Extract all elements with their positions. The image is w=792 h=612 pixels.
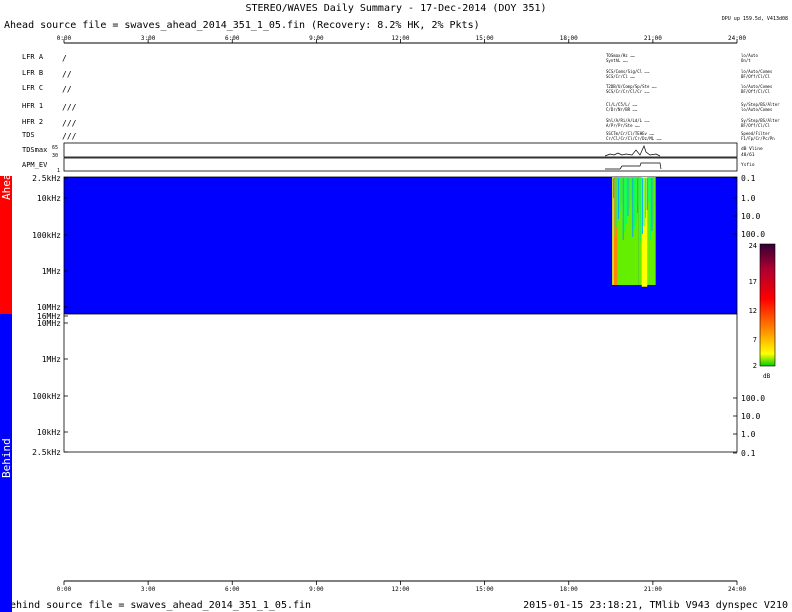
colorbar-unit: dB	[763, 373, 771, 380]
row-right-note: BF/Off/Cl/Cl	[741, 89, 770, 94]
time-tick-label: 0:00	[57, 35, 72, 42]
time-tick-label: 0:00	[57, 586, 72, 593]
scale-tick-label: 1.0	[741, 430, 756, 439]
freq-tick-label: 10kHz	[37, 428, 61, 437]
row-right-note: BF/Off/Cl/Cl	[741, 123, 770, 128]
tdsmax-trace	[604, 145, 661, 157]
time-tick-label: 18:00	[560, 586, 578, 593]
row-label: LFR A	[22, 53, 44, 61]
scale-tick-label: 0.1	[741, 174, 756, 183]
tdsmax-tick-high: 65	[52, 145, 58, 151]
row-right-note: lo/Auto/Comes	[741, 107, 773, 112]
colorbar-tick-label: 7	[753, 336, 757, 344]
freq-tick-label: 1MHz	[42, 355, 61, 364]
row-label: HFR 2	[22, 118, 43, 126]
time-tick-label: 6:00	[225, 586, 240, 593]
colorbar-tick-label: 24	[749, 242, 757, 250]
row-marks: //	[62, 85, 72, 94]
tdsmax-right-note-2: 48/61	[741, 152, 755, 158]
scale-tick-label: 100.0	[741, 230, 765, 239]
scale-tick-label: 10.0	[741, 412, 760, 421]
time-tick-label: 24:00	[728, 35, 746, 42]
behind-spectrogram	[63, 313, 738, 453]
time-tick-label: 6:00	[225, 35, 240, 42]
time-tick-label: 12:00	[391, 35, 409, 42]
apm-trace	[605, 162, 662, 170]
colorbar-tick-label: 17	[749, 278, 757, 286]
time-tick-label: 18:00	[560, 35, 578, 42]
scale-tick-label: 1.0	[741, 194, 756, 203]
row-note: Cr/Cl/Cr/Cl/Cr/Dz/ML ……	[606, 136, 662, 141]
row-note: SynthL ……	[606, 58, 628, 63]
time-tick-label: 9:00	[309, 35, 324, 42]
row-label: TDS	[22, 131, 35, 139]
tdsmax-right-note-1: dB Vline	[741, 146, 763, 152]
tdsmax-label: TDSmax	[22, 146, 47, 154]
time-tick-label: 12:00	[391, 586, 409, 593]
row-label: HFR 1	[22, 102, 43, 110]
row-note: SCS/Cr/Cl ……	[606, 74, 635, 79]
row-note: A/Pr/Pr/Ste ……	[606, 123, 640, 128]
time-tick-label: 21:00	[644, 586, 662, 593]
row-label: LFR C	[22, 84, 43, 92]
time-tick-label: 15:00	[476, 586, 494, 593]
colorbar-gradient	[759, 243, 776, 367]
freq-tick-label: 10MHz	[37, 303, 61, 312]
colorbar-tick-label: 12	[749, 307, 757, 315]
apm-right-note: Ysfio	[741, 162, 755, 168]
freq-tick-label: 10kHz	[37, 194, 61, 203]
row-marks: /	[62, 54, 67, 63]
time-tick-label: 24:00	[728, 586, 746, 593]
apm-label: APM_EV	[22, 161, 48, 169]
scale-tick-label: 100.0	[741, 394, 765, 403]
ahead-side-label: Ahead	[0, 167, 13, 200]
behind-side-label: Behind	[0, 438, 13, 478]
row-marks: ///	[62, 119, 77, 128]
row-marks: ///	[62, 132, 77, 141]
time-tick-label: 15:00	[476, 35, 494, 42]
time-tick-label: 3:00	[141, 35, 156, 42]
row-marks: ///	[62, 103, 77, 112]
row-marks: //	[62, 70, 72, 79]
row-note: SCS/Cr/Cr/Cl/Cr ……	[606, 89, 650, 94]
time-tick-label: 9:00	[309, 586, 324, 593]
freq-tick-label: 100kHz	[32, 231, 61, 240]
tdsmax-tick-low: 30	[52, 153, 58, 159]
freq-tick-label: 10MHz	[37, 319, 61, 328]
freq-tick-label: 2.5kHz	[32, 448, 61, 457]
row-label: LFR B	[22, 69, 43, 77]
colorbar: 24 17 12 7 2 dB	[749, 242, 776, 380]
freq-tick-label: 100kHz	[32, 392, 61, 401]
time-tick-label: 3:00	[141, 586, 156, 593]
freq-tick-label: 2.5kHz	[32, 174, 61, 183]
row-right-note: F1/Fp/Cr/Pc/Pn	[741, 136, 775, 141]
colorbar-tick-label: 2	[753, 362, 757, 370]
scale-tick-label: 10.0	[741, 212, 760, 221]
scale-tick-label: 0.1	[741, 449, 756, 458]
freq-tick-label: 1MHz	[42, 267, 61, 276]
row-note: C/Dr/Nr/BR ……	[606, 107, 638, 112]
row-right-note: BF/Off/Cl/Cl	[741, 74, 770, 79]
apm-panel	[63, 157, 738, 172]
time-tick-label: 21:00	[644, 35, 662, 42]
row-right-note: On/t	[741, 58, 751, 63]
summary-chart: Ahead Behind 0:00 3:00 6:00 9:00 12:00 15:00 1…	[0, 35, 780, 612]
